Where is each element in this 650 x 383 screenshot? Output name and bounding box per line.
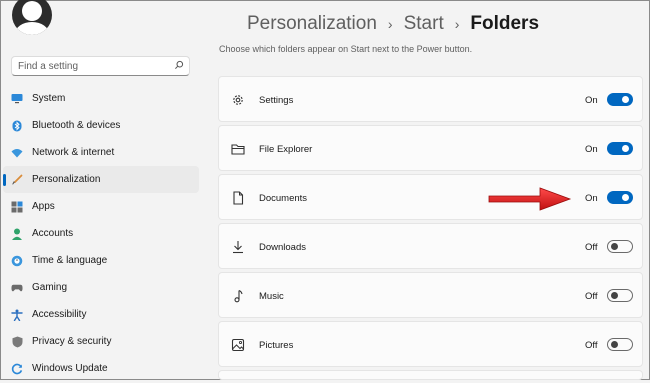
- page-description: Choose which folders appear on Start nex…: [219, 44, 473, 54]
- wifi-icon: [11, 147, 23, 159]
- sidebar-item-privacy-security[interactable]: Privacy & security: [3, 328, 199, 355]
- folder-row-downloads: Downloads Off: [218, 223, 643, 269]
- toggle-state-label: Off: [585, 242, 598, 253]
- document-icon: [233, 191, 244, 205]
- folder-icon: [231, 144, 245, 155]
- toggle-knob: [611, 243, 618, 250]
- sidebar-item-apps[interactable]: Apps: [3, 193, 199, 220]
- sidebar-item-windows-update[interactable]: Windows Update: [3, 355, 199, 382]
- folder-label: Downloads: [259, 242, 306, 253]
- sidebar-item-accessibility[interactable]: Accessibility: [3, 301, 199, 328]
- folder-label: Documents: [259, 193, 308, 204]
- folder-row-settings: Settings On: [218, 76, 643, 122]
- red-arrow-annotation: [488, 187, 572, 211]
- avatar-body: [15, 22, 49, 35]
- sidebar-item-label: Network & internet: [32, 147, 115, 158]
- sidebar-item-label: Gaming: [32, 282, 68, 293]
- pictures-toggle[interactable]: [607, 338, 633, 351]
- documents-toggle[interactable]: [607, 191, 633, 204]
- page-title: Folders: [470, 13, 540, 34]
- brush-icon: [11, 174, 23, 186]
- sidebar-item-accounts[interactable]: Accounts: [3, 220, 199, 247]
- monitor-icon: [11, 93, 23, 105]
- sidebar-item-network-internet[interactable]: Network & internet: [3, 139, 199, 166]
- bluetooth-icon: [11, 120, 23, 132]
- sidebar-item-label: Personalization: [32, 174, 101, 185]
- sidebar-item-label: Accessibility: [32, 309, 87, 320]
- folder-label: Pictures: [259, 340, 294, 351]
- sidebar-item-label: System: [32, 93, 66, 104]
- toggle-knob: [622, 96, 629, 103]
- sidebar-item-label: Windows Update: [32, 363, 108, 374]
- folders-list: Settings On File Explorer On Documents O…: [218, 76, 643, 383]
- gamepad-icon: [11, 282, 23, 294]
- toggle-knob: [622, 145, 629, 152]
- gear-icon: [233, 95, 243, 105]
- update-icon: [11, 363, 23, 375]
- sidebar-item-label: Bluetooth & devices: [32, 120, 121, 131]
- music-toggle[interactable]: [607, 289, 633, 302]
- sidebar-item-gaming[interactable]: Gaming: [3, 274, 199, 301]
- person-icon: [11, 228, 23, 240]
- toggle-knob: [611, 341, 618, 348]
- folder-row-file-explorer: File Explorer On: [218, 125, 643, 171]
- toggle-state-label: On: [585, 95, 598, 106]
- downloads-toggle[interactable]: [607, 240, 633, 253]
- search-box[interactable]: [11, 56, 190, 76]
- sidebar-item-bluetooth-devices[interactable]: Bluetooth & devices: [3, 112, 199, 139]
- music-note-icon: [234, 289, 243, 303]
- picture-icon: [231, 338, 245, 352]
- breadcrumb-personalization[interactable]: Personalization: [247, 13, 377, 35]
- sidebar-item-label: Time & language: [32, 255, 108, 266]
- folder-label: Settings: [259, 95, 294, 106]
- folder-row-partial: [218, 370, 643, 380]
- globe-clock-icon: [11, 255, 23, 267]
- toggle-state-label: Off: [585, 291, 598, 302]
- toggle-knob: [611, 292, 618, 299]
- sidebar-item-label: Privacy & security: [32, 336, 112, 347]
- folder-row-music: Music Off: [218, 272, 643, 318]
- sidebar-item-personalization[interactable]: Personalization: [3, 166, 199, 193]
- avatar[interactable]: [12, 0, 52, 35]
- download-icon: [233, 241, 243, 254]
- sidebar-item-time-language[interactable]: Time & language: [3, 247, 199, 274]
- toggle-state-label: On: [585, 193, 598, 204]
- breadcrumb: Personalization › Start › Folders: [247, 13, 539, 35]
- shield-icon: [11, 336, 23, 348]
- apps-icon: [11, 201, 23, 213]
- toggle-knob: [622, 194, 629, 201]
- folder-label: Music: [259, 291, 284, 302]
- folder-row-pictures: Pictures Off: [218, 321, 643, 367]
- sidebar-item-label: Apps: [32, 201, 55, 212]
- chevron-right-icon: ›: [387, 16, 393, 32]
- search-input[interactable]: [18, 60, 168, 72]
- accessibility-icon: [11, 309, 23, 321]
- settings-toggle[interactable]: [607, 93, 633, 106]
- sidebar-item-label: Accounts: [32, 228, 74, 239]
- search-icon[interactable]: [174, 60, 184, 70]
- sidebar-item-system[interactable]: System: [3, 85, 199, 112]
- folder-label: File Explorer: [259, 144, 313, 155]
- avatar-head: [22, 1, 42, 21]
- folder-row-documents: Documents On: [218, 174, 643, 220]
- chevron-right-icon: ›: [454, 16, 460, 32]
- breadcrumb-start[interactable]: Start: [404, 13, 444, 35]
- file-explorer-toggle[interactable]: [607, 142, 633, 155]
- sidebar-nav: System Bluetooth & devices Network & int…: [1, 85, 199, 382]
- toggle-state-label: Off: [585, 340, 598, 351]
- toggle-state-label: On: [585, 144, 598, 155]
